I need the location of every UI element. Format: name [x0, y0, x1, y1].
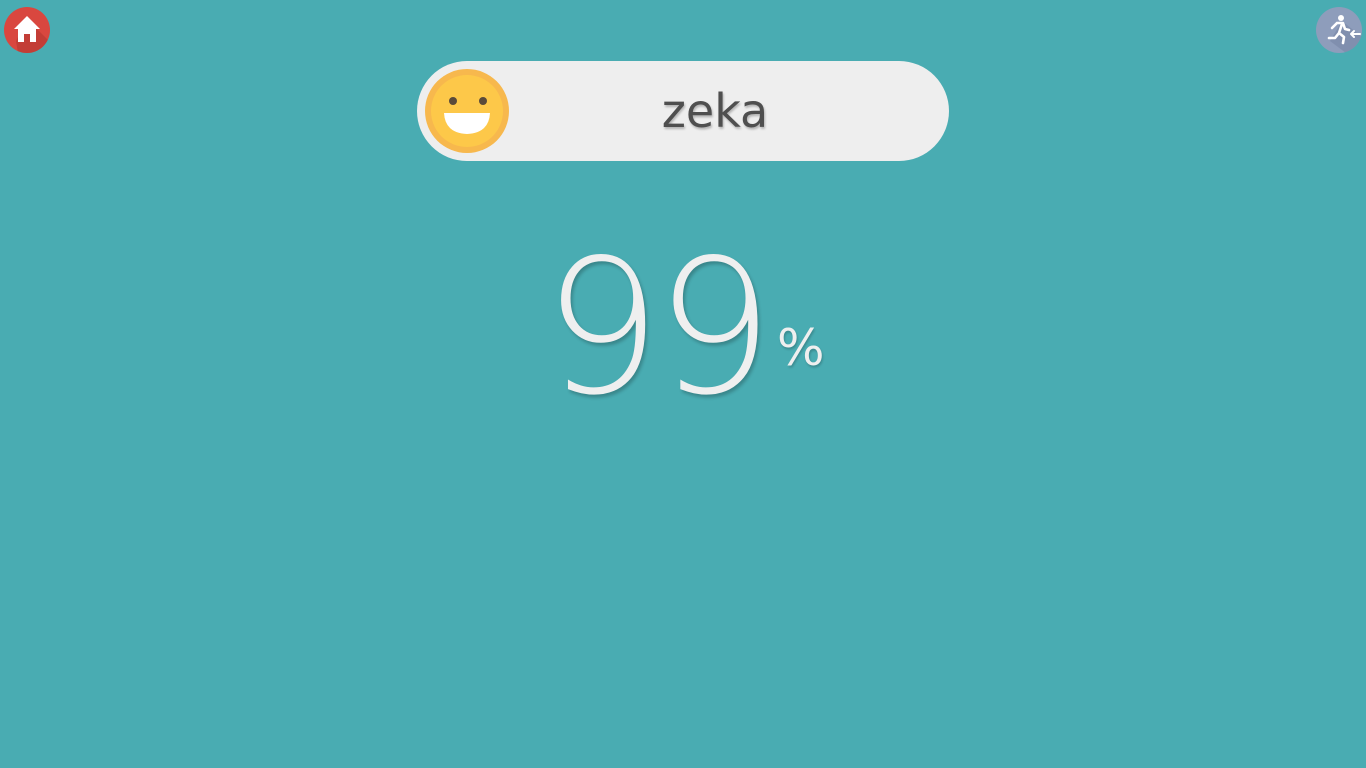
exit-running-icon	[1327, 15, 1362, 53]
score-display: 99 %	[533, 228, 833, 428]
result-label: zeka	[661, 84, 769, 138]
score-value: 99	[543, 219, 774, 436]
grinning-face-icon	[425, 69, 509, 153]
home-button[interactable]	[4, 7, 50, 53]
exit-button[interactable]	[1316, 7, 1362, 53]
home-icon	[14, 16, 50, 53]
score-unit: %	[777, 319, 825, 377]
result-label-pill: zeka	[417, 61, 949, 161]
